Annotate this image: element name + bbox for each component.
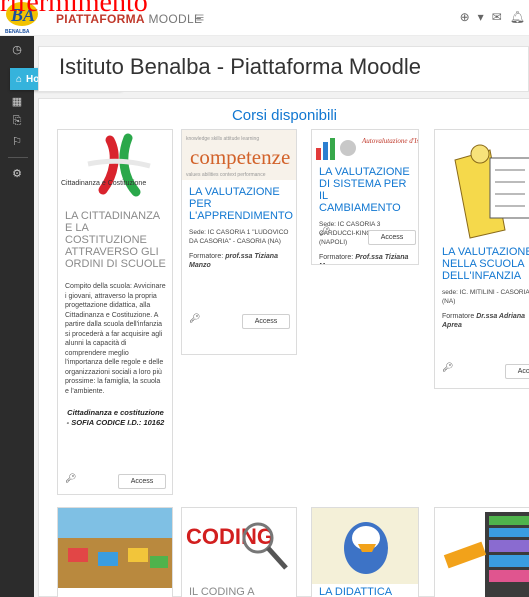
svg-text:knowledge skills attitude lear: knowledge skills attitude learning bbox=[186, 136, 259, 142]
available-courses: Corsi disponibili Cittadinanza e Costitu… bbox=[38, 98, 529, 597]
brand-name-light: MOODLE bbox=[148, 12, 203, 26]
course-image bbox=[435, 130, 529, 244]
course-image bbox=[435, 508, 529, 597]
bell-icon[interactable]: 🔔︎ bbox=[510, 10, 525, 24]
course-title[interactable]: LA VALUTAZIONE DI SISTEMA PER IL CAMBIAM… bbox=[319, 166, 412, 214]
graduation-icon[interactable]: ⚐ bbox=[0, 130, 34, 152]
svg-text:CODING: CODING bbox=[186, 524, 274, 549]
course-card: Autovalutazione d'Istituto LA VALUTAZION… bbox=[311, 129, 419, 265]
course-trainer: Formatore Dr.ssa Adriana Aprea bbox=[442, 313, 525, 329]
svg-text:values abilities context perfo: values abilities context performance bbox=[186, 172, 266, 178]
key-icon: 🔑︎ bbox=[319, 226, 331, 236]
key-icon: 🔑︎ bbox=[65, 473, 77, 483]
course-card bbox=[434, 507, 529, 597]
svg-text:Cittadinanza e Costituzione: Cittadinanza e Costituzione bbox=[61, 180, 146, 187]
files-icon[interactable]: ⎘ bbox=[0, 110, 34, 132]
access-button[interactable]: Access bbox=[242, 314, 290, 329]
page-title: Istituto Benalba - Piattaforma Moodle bbox=[59, 54, 421, 79]
course-image: Cittadinanza e Costituzione bbox=[58, 130, 172, 210]
page-header: Istituto Benalba - Piattaforma Moodle bbox=[38, 46, 529, 92]
course-title[interactable]: LA CITTADINANZA E LA COSTITUZIONE ATTRAV… bbox=[65, 210, 166, 270]
course-card bbox=[57, 507, 173, 597]
course-title[interactable]: LA DIDATTICA bbox=[319, 586, 412, 597]
home-icon: ⌂ bbox=[16, 73, 23, 85]
key-icon: 🔑︎ bbox=[189, 313, 201, 323]
course-location: sede: IC. MITILINI - CASORIA (NA) bbox=[442, 289, 529, 305]
svg-text:Autovalutazione d'Istituto: Autovalutazione d'Istituto bbox=[361, 137, 419, 145]
svg-text:BENALBA: BENALBA bbox=[5, 29, 30, 35]
course-image: Autovalutazione d'Istituto bbox=[312, 130, 419, 164]
globe-icon[interactable]: ⊕ bbox=[460, 10, 470, 24]
svg-text:competenze: competenze bbox=[190, 145, 290, 169]
course-image bbox=[312, 508, 418, 584]
chevron-down-icon[interactable]: ▾ bbox=[478, 10, 484, 24]
mail-icon[interactable]: ✉ bbox=[492, 10, 502, 24]
course-title[interactable]: IL CODING A bbox=[189, 586, 290, 597]
course-trainer: Formatore: prof.ssa Tiziana Manzo bbox=[189, 253, 278, 269]
course-image bbox=[58, 508, 172, 588]
sidebar-divider bbox=[8, 157, 28, 158]
course-card: Cittadinanza e Costituzione LA CITTADINA… bbox=[57, 129, 173, 495]
access-button[interactable]: Access bbox=[505, 364, 529, 379]
left-drawer: ◷ ▦ ⎘ ⚐ ⚙ bbox=[0, 36, 34, 597]
course-card: LA DIDATTICA bbox=[311, 507, 419, 597]
course-title[interactable]: LA VALUTAZIONE PER L'APPRENDIMENTO bbox=[189, 186, 293, 222]
course-image: CODING bbox=[182, 508, 296, 584]
section-title: Corsi disponibili bbox=[231, 107, 338, 124]
hamburger-menu-icon[interactable]: ≡ bbox=[196, 9, 204, 25]
course-title[interactable]: LA VALUTAZIONE NELLA SCUOLA DELL'INFANZI… bbox=[442, 246, 529, 282]
key-icon: 🔑︎ bbox=[442, 362, 454, 372]
course-summary: Compito della scuola: Avvicinare i giova… bbox=[65, 283, 166, 395]
course-location: Sede: IC CASORIA 1 "LUDOVICO DA CASORIA"… bbox=[189, 229, 289, 245]
overlay-red-text: rifermimento bbox=[0, 0, 148, 18]
access-button[interactable]: Access bbox=[368, 230, 416, 245]
course-trainer: Formatore: Prof.ssa Tiziana Manzo bbox=[319, 254, 409, 264]
course-card: LA VALUTAZIONE NELLA SCUOLA DELL'INFANZI… bbox=[434, 129, 529, 389]
calendar-icon[interactable]: ▦ bbox=[0, 90, 34, 112]
settings-icon[interactable]: ⚙ bbox=[0, 162, 34, 184]
access-button[interactable]: Access bbox=[118, 474, 166, 489]
course-certification: Cittadinanza e costituzione - SOFIA CODI… bbox=[66, 408, 165, 427]
course-card: knowledge skills attitude learning compe… bbox=[181, 129, 297, 355]
course-image: knowledge skills attitude learning compe… bbox=[182, 130, 296, 180]
dashboard-icon[interactable]: ◷ bbox=[0, 38, 34, 60]
course-card: CODING IL CODING A bbox=[181, 507, 297, 597]
